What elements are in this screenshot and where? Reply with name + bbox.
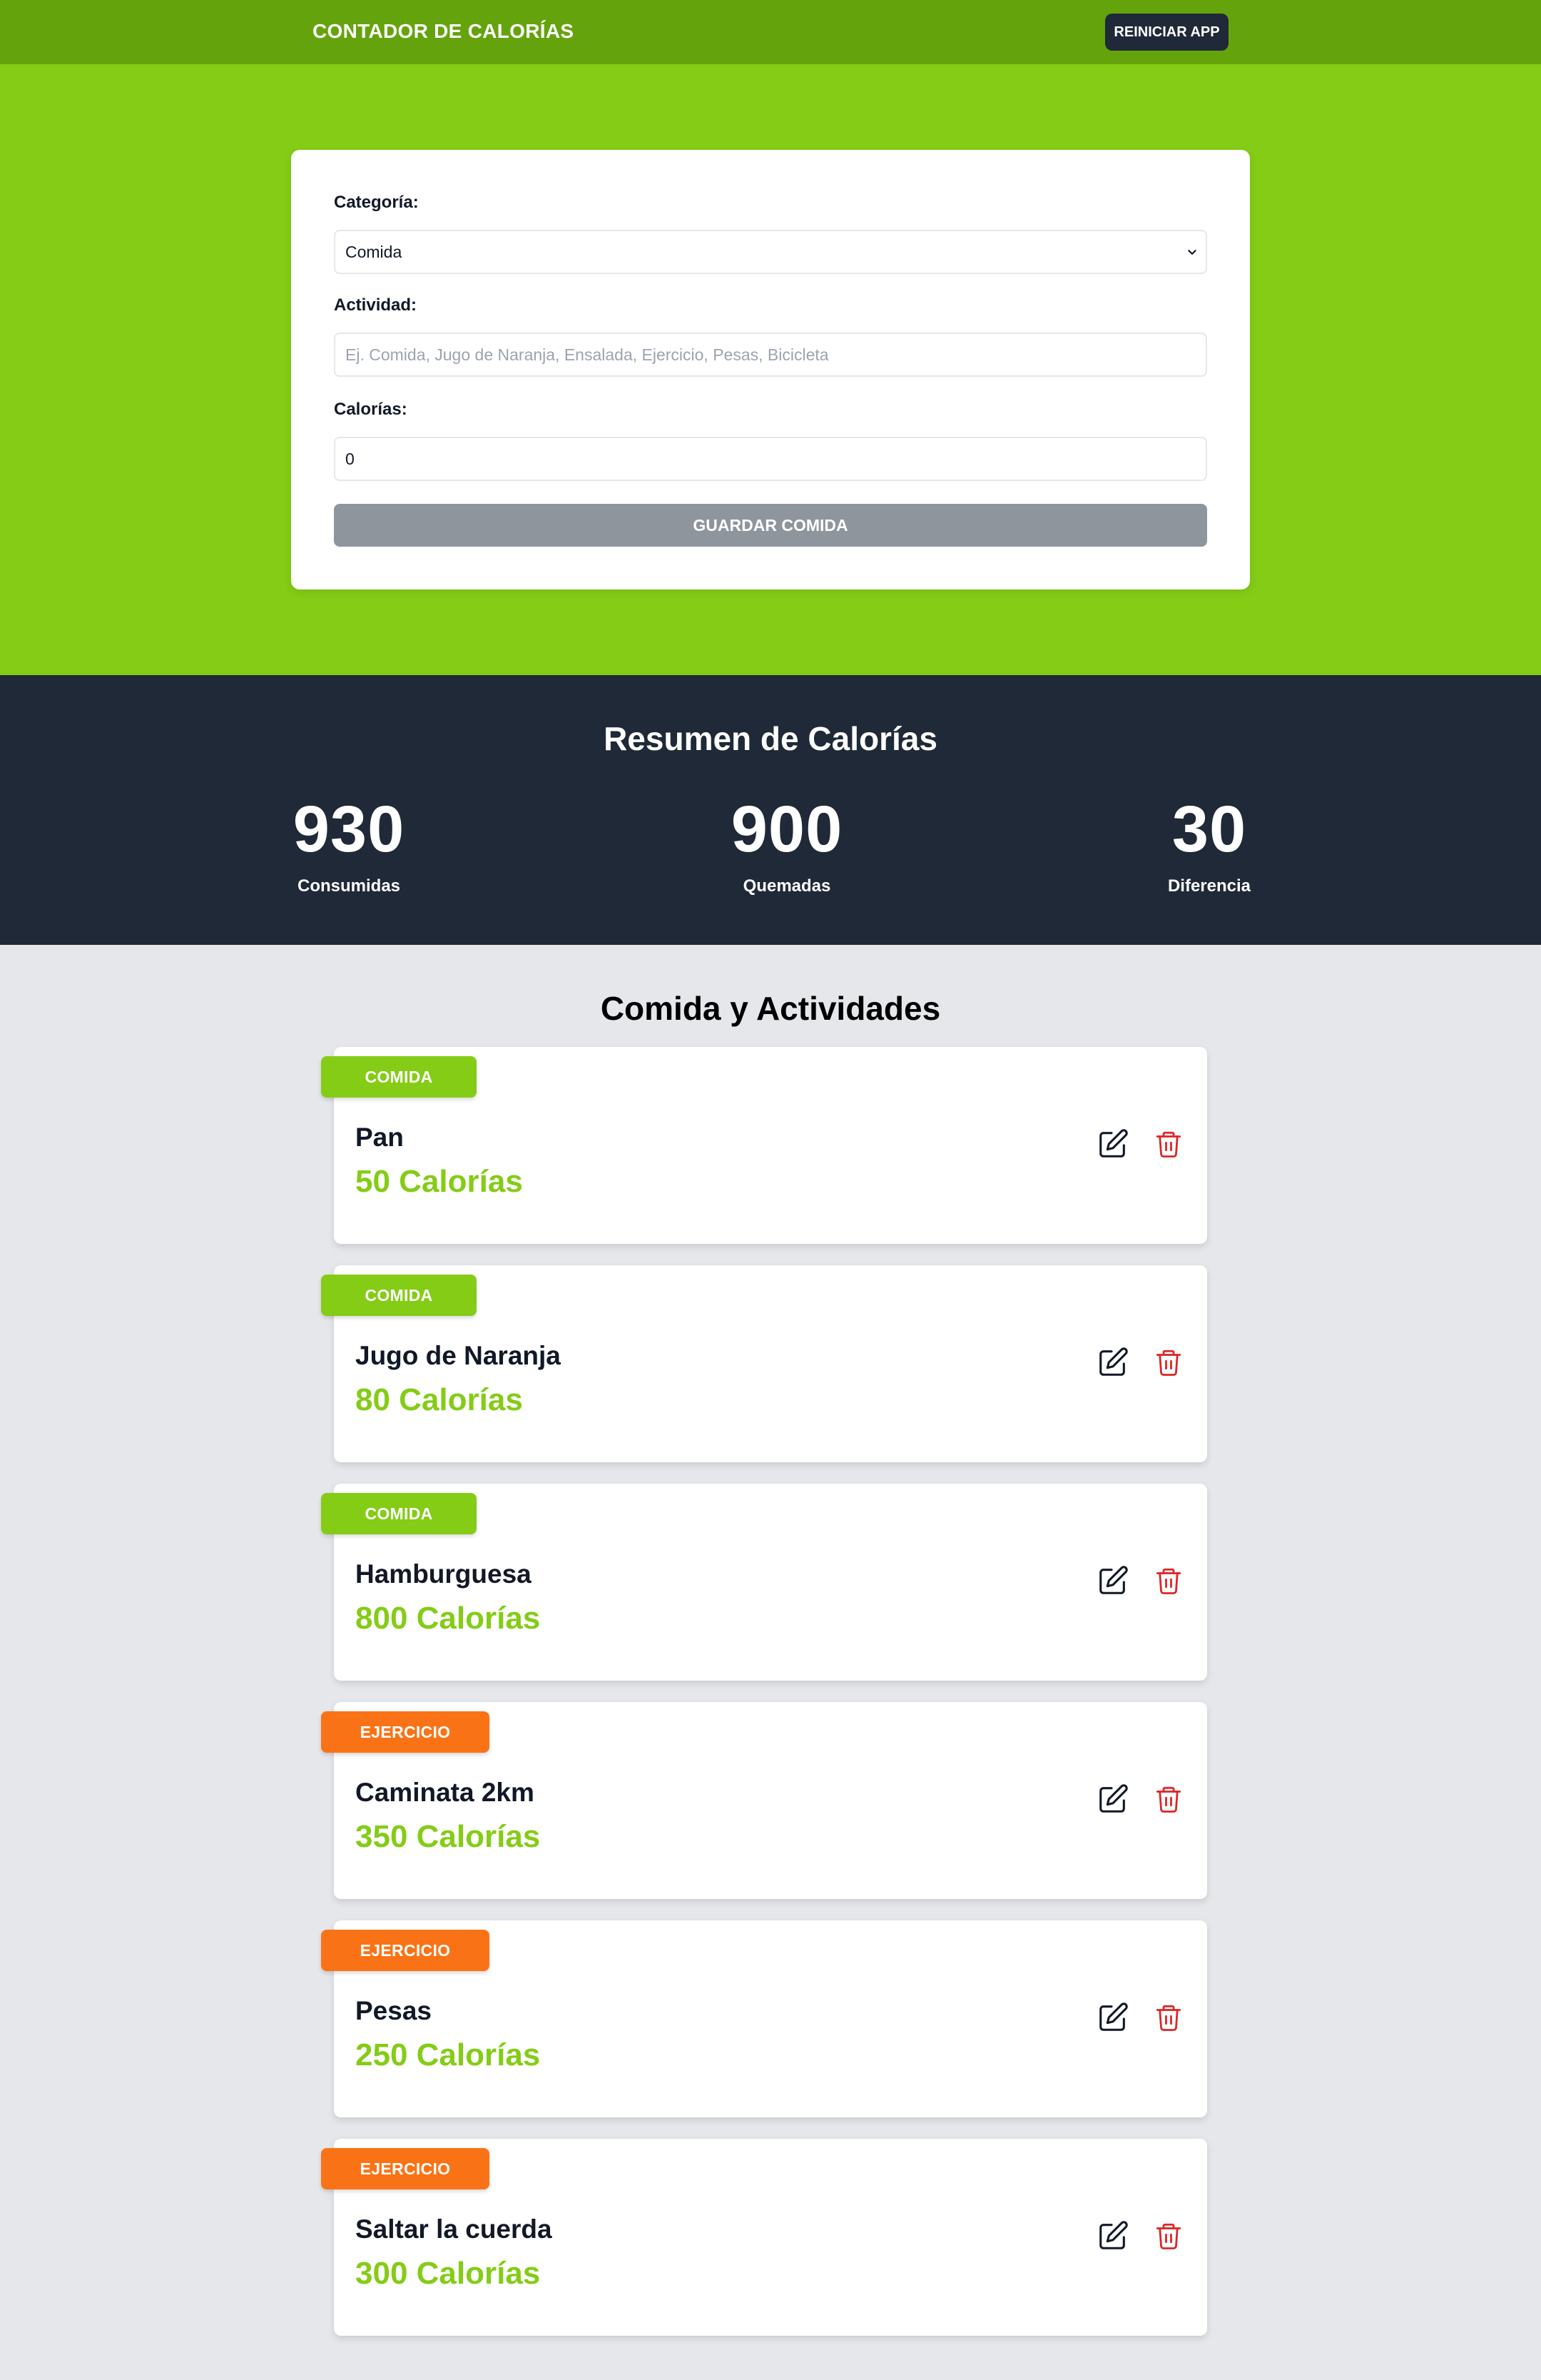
delete-button[interactable] [1151,1127,1186,1161]
difference-value: 30 [1171,793,1247,866]
list-item: EJERCICIO Pesas 250 Calorías [321,1920,1207,2117]
edit-button[interactable] [1096,1345,1130,1379]
edit-button[interactable] [1096,2219,1130,2253]
form-section: Categoría: Comida Actividad: Ej. Comida,… [0,64,1541,675]
delete-button[interactable] [1151,1782,1186,1816]
add-entry-form: Categoría: Comida Actividad: Ej. Comida,… [291,150,1250,589]
calories-label: Calorías: [334,400,407,419]
category-badge: EJERCICIO [321,2148,489,2189]
top-navbar: CONTADOR DE CALORÍAS REINICIAR APP [0,0,1541,64]
calorie-summary: Resumen de Calorías 930 Consumidas 900 Q… [0,675,1541,945]
item-calories: 350 Calorías [355,1819,541,1854]
burned-label: Quemadas [743,876,831,896]
stat-difference: 30 Diferencia [1081,796,1338,896]
activity-list-section: Comida y Actividades COMIDA Pan 50 Calor… [0,945,1541,2380]
item-calories: 300 Calorías [355,2256,541,2291]
pencil-square-icon [1099,2221,1128,2249]
item-name: Saltar la cuerda [355,2214,552,2244]
edit-button[interactable] [1096,1564,1130,1598]
pencil-square-icon [1099,1784,1128,1813]
delete-button[interactable] [1151,1345,1186,1379]
category-label: Categoría: [334,193,419,212]
save-entry-button[interactable]: GUARDAR COMIDA [334,504,1207,547]
chevron-down-icon [1188,250,1196,255]
list-item: COMIDA Jugo de Naranja 80 Calorías [321,1265,1207,1462]
summary-title: Resumen de Calorías [604,720,937,757]
delete-button[interactable] [1151,1564,1186,1598]
trash-icon [1156,1349,1181,1376]
item-calories: 50 Calorías [355,1164,523,1199]
category-badge: COMIDA [321,1275,477,1316]
edit-button[interactable] [1096,2000,1130,2035]
category-badge: EJERCICIO [321,1711,489,1753]
stat-consumed: 930 Consumidas [220,796,477,896]
category-badge: COMIDA [321,1493,477,1534]
pencil-square-icon [1099,1566,1128,1594]
calories-input[interactable]: 0 [334,437,1207,481]
activity-placeholder: Ej. Comida, Jugo de Naranja, Ensalada, E… [345,345,829,364]
delete-button[interactable] [1151,2000,1186,2035]
consumed-value: 930 [293,793,405,866]
item-calories: 800 Calorías [355,1601,541,1636]
app-title: CONTADOR DE CALORÍAS [312,20,574,42]
category-select[interactable]: Comida [334,230,1207,274]
item-name: Hamburguesa [355,1559,532,1589]
calories-input-value: 0 [345,449,355,468]
activity-list-title: Comida y Actividades [600,990,941,1027]
pencil-square-icon [1099,1347,1128,1376]
trash-icon [1156,1786,1181,1813]
delete-button[interactable] [1151,2219,1186,2253]
stat-burned: 900 Quemadas [658,796,915,896]
burned-value: 900 [731,793,843,866]
item-calories: 250 Calorías [355,2037,541,2072]
trash-icon [1156,1568,1181,1594]
difference-label: Diferencia [1167,876,1251,896]
consumed-label: Consumidas [297,876,401,896]
category-selected-value: Comida [345,242,402,261]
trash-icon [1156,2005,1181,2031]
reset-app-button[interactable]: REINICIAR APP [1105,14,1229,51]
list-item: EJERCICIO Saltar la cuerda 300 Calorías [321,2139,1207,2336]
category-badge: EJERCICIO [321,1930,489,1971]
list-item: COMIDA Pan 50 Calorías [321,1047,1207,1244]
item-calories: 80 Calorías [355,1382,523,1417]
item-name: Caminata 2km [355,1778,534,1807]
pencil-square-icon [1099,2002,1128,2031]
pencil-square-icon [1099,1129,1128,1158]
trash-icon [1156,2223,1181,2249]
item-name: Jugo de Naranja [355,1341,561,1370]
category-badge: COMIDA [321,1056,477,1098]
activity-input[interactable]: Ej. Comida, Jugo de Naranja, Ensalada, E… [334,333,1207,377]
activity-label: Actividad: [334,295,417,315]
edit-button[interactable] [1096,1127,1130,1161]
edit-button[interactable] [1096,1782,1130,1816]
item-name: Pan [355,1123,404,1152]
trash-icon [1156,1131,1181,1158]
item-name: Pesas [355,1996,432,2025]
list-item: EJERCICIO Caminata 2km 350 Calorías [321,1702,1207,1899]
list-item: COMIDA Hamburguesa 800 Calorías [321,1484,1207,1681]
